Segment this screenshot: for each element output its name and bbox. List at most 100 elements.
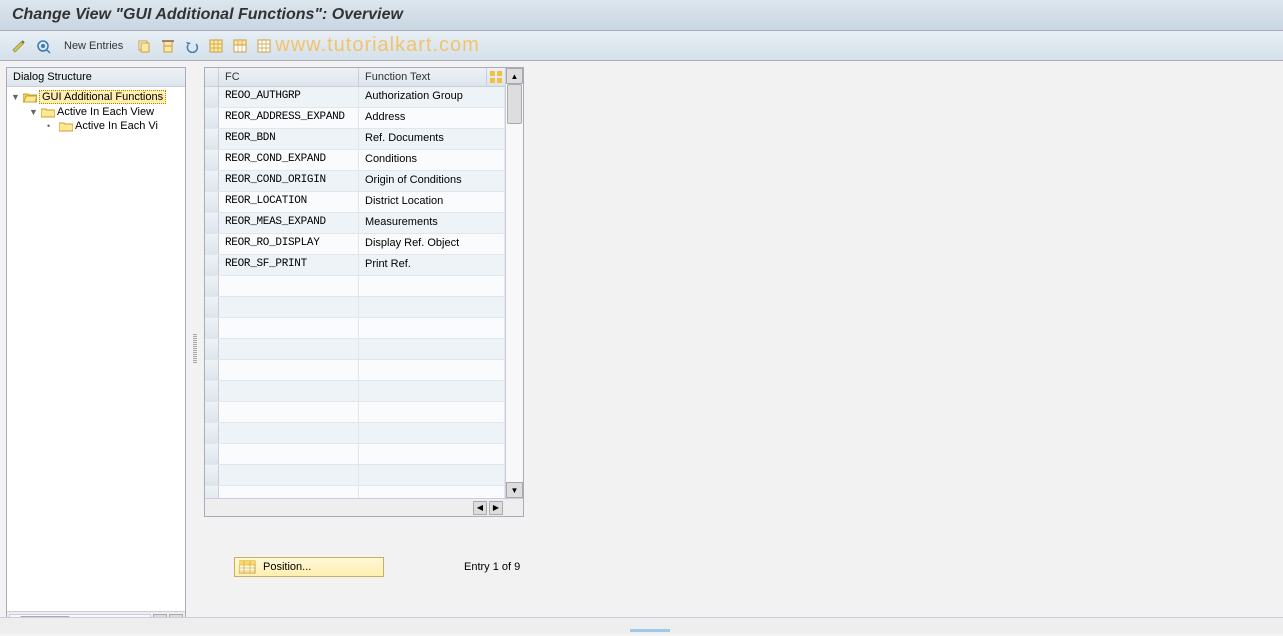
- deselect-all-icon[interactable]: [255, 37, 273, 55]
- table-row[interactable]: REOR_COND_EXPANDConditions: [205, 150, 505, 171]
- cell-fc[interactable]: [219, 423, 359, 443]
- row-selector[interactable]: [205, 360, 219, 380]
- row-selector[interactable]: [205, 150, 219, 170]
- table-row[interactable]: [205, 318, 505, 339]
- row-selector[interactable]: [205, 213, 219, 233]
- table-row[interactable]: [205, 339, 505, 360]
- row-selector[interactable]: [205, 444, 219, 464]
- cell-function-text[interactable]: Ref. Documents: [359, 129, 505, 149]
- tree-collapse-icon[interactable]: ▼: [29, 107, 39, 117]
- table-row[interactable]: REOR_BDNRef. Documents: [205, 129, 505, 150]
- cell-function-text[interactable]: [359, 297, 505, 317]
- table-row[interactable]: REOO_AUTHGRPAuthorization Group: [205, 87, 505, 108]
- cell-fc[interactable]: [219, 381, 359, 401]
- cell-fc[interactable]: REOO_AUTHGRP: [219, 87, 359, 107]
- row-selector-header[interactable]: [205, 68, 219, 86]
- row-selector[interactable]: [205, 381, 219, 401]
- cell-fc[interactable]: REOR_COND_ORIGIN: [219, 171, 359, 191]
- table-row[interactable]: [205, 465, 505, 486]
- cell-function-text[interactable]: [359, 381, 505, 401]
- row-selector[interactable]: [205, 276, 219, 296]
- cell-function-text[interactable]: [359, 339, 505, 359]
- table-row[interactable]: REOR_LOCATIONDistrict Location: [205, 192, 505, 213]
- other-view-icon[interactable]: [34, 37, 52, 55]
- scrollbar-thumb[interactable]: [507, 84, 522, 124]
- table-row[interactable]: REOR_RO_DISPLAYDisplay Ref. Object: [205, 234, 505, 255]
- table-row[interactable]: [205, 297, 505, 318]
- tree-node-active-in-each-view[interactable]: ▼ Active In Each View: [7, 105, 185, 119]
- cell-fc[interactable]: [219, 339, 359, 359]
- cell-function-text[interactable]: District Location: [359, 192, 505, 212]
- scroll-up-icon[interactable]: ▲: [506, 68, 523, 84]
- table-row[interactable]: [205, 402, 505, 423]
- cell-function-text[interactable]: [359, 423, 505, 443]
- tree-collapse-icon[interactable]: ▼: [11, 92, 21, 102]
- table-row[interactable]: [205, 423, 505, 444]
- tree-node-active-in-each-view-nested[interactable]: • Active In Each Vi: [7, 119, 185, 133]
- row-selector[interactable]: [205, 423, 219, 443]
- column-header-fc[interactable]: FC: [219, 68, 359, 86]
- row-selector[interactable]: [205, 486, 219, 498]
- row-selector[interactable]: [205, 465, 219, 485]
- cell-fc[interactable]: REOR_ADDRESS_EXPAND: [219, 108, 359, 128]
- cell-fc[interactable]: REOR_COND_EXPAND: [219, 150, 359, 170]
- cell-fc[interactable]: [219, 360, 359, 380]
- table-row[interactable]: REOR_MEAS_EXPANDMeasurements: [205, 213, 505, 234]
- cell-function-text[interactable]: Print Ref.: [359, 255, 505, 275]
- row-selector[interactable]: [205, 192, 219, 212]
- cell-function-text[interactable]: Conditions: [359, 150, 505, 170]
- position-button[interactable]: Position...: [234, 557, 384, 577]
- cell-function-text[interactable]: [359, 402, 505, 422]
- row-selector[interactable]: [205, 171, 219, 191]
- table-row[interactable]: REOR_ADDRESS_EXPANDAddress: [205, 108, 505, 129]
- row-selector[interactable]: [205, 108, 219, 128]
- table-vscrollbar[interactable]: ▲ ▼: [505, 68, 523, 498]
- cell-fc[interactable]: REOR_RO_DISPLAY: [219, 234, 359, 254]
- cell-fc[interactable]: [219, 402, 359, 422]
- cell-function-text[interactable]: Address: [359, 108, 505, 128]
- splitter-handle[interactable]: [192, 67, 198, 630]
- column-header-function-text[interactable]: Function Text: [359, 68, 487, 86]
- cell-fc[interactable]: REOR_MEAS_EXPAND: [219, 213, 359, 233]
- table-row[interactable]: [205, 276, 505, 297]
- tree-node-gui-additional-functions[interactable]: ▼ GUI Additional Functions: [7, 89, 185, 105]
- row-selector[interactable]: [205, 87, 219, 107]
- cell-function-text[interactable]: [359, 276, 505, 296]
- cell-function-text[interactable]: [359, 486, 505, 498]
- delete-icon[interactable]: [159, 37, 177, 55]
- table-row[interactable]: [205, 381, 505, 402]
- cell-fc[interactable]: REOR_LOCATION: [219, 192, 359, 212]
- table-row[interactable]: [205, 486, 505, 498]
- cell-function-text[interactable]: Authorization Group: [359, 87, 505, 107]
- table-row[interactable]: [205, 360, 505, 381]
- cell-fc[interactable]: [219, 486, 359, 498]
- cell-fc[interactable]: REOR_SF_PRINT: [219, 255, 359, 275]
- cell-fc[interactable]: [219, 444, 359, 464]
- select-all-icon[interactable]: [207, 37, 225, 55]
- new-entries-button[interactable]: New Entries: [58, 38, 129, 54]
- row-selector[interactable]: [205, 339, 219, 359]
- cell-function-text[interactable]: Origin of Conditions: [359, 171, 505, 191]
- scroll-left-icon[interactable]: ◀: [473, 501, 487, 515]
- scroll-down-icon[interactable]: ▼: [506, 482, 523, 498]
- select-block-icon[interactable]: [231, 37, 249, 55]
- cell-function-text[interactable]: [359, 465, 505, 485]
- cell-function-text[interactable]: [359, 360, 505, 380]
- table-settings-icon[interactable]: [487, 68, 505, 86]
- scroll-right-icon[interactable]: ▶: [489, 501, 503, 515]
- row-selector[interactable]: [205, 255, 219, 275]
- cell-fc[interactable]: [219, 465, 359, 485]
- undo-icon[interactable]: [183, 37, 201, 55]
- row-selector[interactable]: [205, 318, 219, 338]
- cell-fc[interactable]: [219, 318, 359, 338]
- table-row[interactable]: REOR_COND_ORIGINOrigin of Conditions: [205, 171, 505, 192]
- cell-function-text[interactable]: Measurements: [359, 213, 505, 233]
- toggle-change-icon[interactable]: [10, 37, 28, 55]
- copy-as-icon[interactable]: [135, 37, 153, 55]
- table-row[interactable]: [205, 444, 505, 465]
- table-hscrollbar[interactable]: ◀ ▶: [205, 498, 523, 516]
- cell-fc[interactable]: [219, 297, 359, 317]
- cell-function-text[interactable]: Display Ref. Object: [359, 234, 505, 254]
- cell-function-text[interactable]: [359, 318, 505, 338]
- cell-fc[interactable]: [219, 276, 359, 296]
